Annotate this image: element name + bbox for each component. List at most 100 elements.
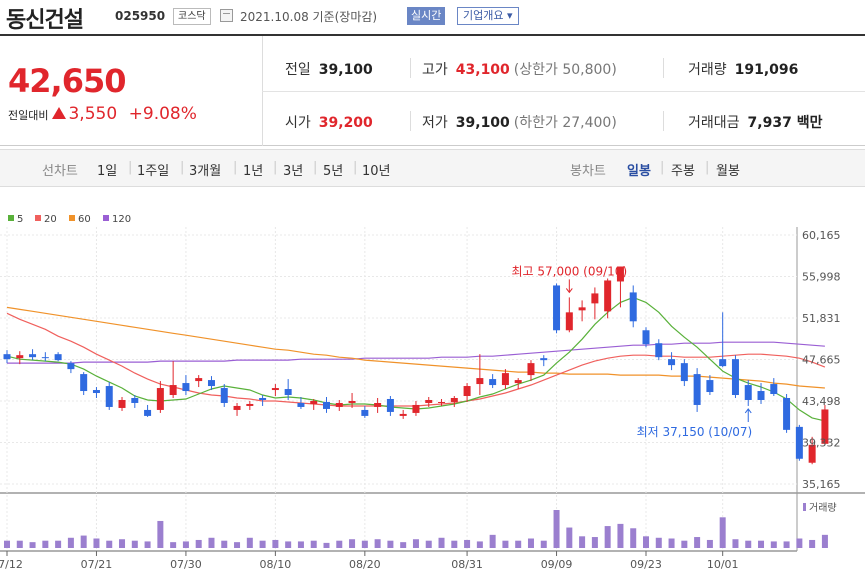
volume-bar [400, 542, 407, 548]
candle-body [527, 363, 535, 376]
candle-body [412, 404, 420, 413]
candle-body [118, 399, 126, 408]
candle-body [156, 388, 164, 410]
volume-bar [438, 537, 445, 548]
candle-body [629, 292, 637, 322]
volume-bar [374, 539, 381, 548]
candle-body [144, 409, 152, 416]
volume-bar [29, 542, 36, 548]
tab-separator: | [660, 160, 665, 175]
candle-body [604, 280, 612, 312]
candle-body [54, 354, 62, 361]
realtime-button[interactable]: 실시간 [407, 7, 446, 25]
legend-label: 5 [17, 214, 23, 225]
volume-bar [617, 523, 624, 548]
x-tick-label: 09/09 [541, 558, 573, 571]
tab-3month[interactable]: 3개월 [189, 160, 221, 179]
tab-1year[interactable]: 1년 [243, 160, 263, 179]
x-tick-label: 10/01 [707, 558, 739, 571]
candle-body [284, 389, 292, 396]
candle-body [489, 379, 497, 386]
x-tick-label: 07/30 [170, 558, 202, 571]
candle-body [105, 386, 113, 407]
candle-chart-label: 봉차트 [570, 164, 606, 179]
divider [262, 91, 865, 92]
volume-bar [668, 538, 675, 548]
candle-body [310, 400, 318, 404]
trade-amount-value: 7,937 백만 [747, 115, 823, 131]
x-tick-label: 09/23 [630, 558, 662, 571]
stock-header: 동신건설 025950 코스닥 2021.10.08 기준(장마감) 실시간 기… [0, 0, 865, 36]
volume-bar [195, 539, 202, 548]
trade-amount-label: 거래대금 [688, 115, 740, 131]
volume-bar [579, 536, 586, 548]
volume-bar [655, 537, 662, 548]
volume-bar [412, 539, 419, 548]
legend-swatch [69, 215, 75, 221]
volume-bar [464, 539, 471, 548]
y-tick-label: 51,831 [802, 312, 841, 325]
candle-body [719, 359, 727, 367]
axis-labels: 60,165 55,998 51,831 47,665 43,498 39,332 35,1… [0, 229, 841, 571]
tab-monthly[interactable]: 월봉 [716, 160, 740, 179]
volume-bar [553, 510, 560, 548]
volume-bar [745, 540, 752, 548]
line-chart-label: 선차트 [42, 164, 78, 179]
candle-body [680, 363, 688, 382]
candle-body [668, 359, 676, 366]
min-price-label: 최저 37,150 (10/07) [637, 425, 753, 439]
candle-body [655, 343, 663, 358]
volume-bar [42, 540, 49, 548]
lower-limit: (하한가 27,400) [513, 115, 617, 131]
current-price: 42,650 [8, 62, 126, 100]
volume-bar [591, 537, 598, 548]
volume-bar [425, 540, 432, 548]
company-overview-dropdown[interactable]: 기업개요 ▾ [457, 7, 519, 25]
high-value: 43,100 [455, 62, 510, 78]
tab-weekly[interactable]: 주봉 [671, 160, 695, 179]
tab-3year[interactable]: 3년 [283, 160, 303, 179]
y-tick-label: 35,165 [802, 478, 841, 491]
tab-1week[interactable]: 1주일 [137, 160, 169, 179]
candle-body [425, 399, 433, 403]
trade-amount: 거래대금 7,937 백만 [688, 112, 822, 132]
legend-swatch [8, 215, 14, 221]
volume-bar [732, 539, 739, 548]
volume-bar [221, 540, 228, 548]
prev-close-label: 전일 [285, 62, 311, 78]
candle-body [335, 402, 343, 407]
candlestick-chart: 5 20 60 120 60,165 55,998 51,831 47,665 43,498 3… [0, 214, 865, 571]
volume-bar [67, 537, 74, 548]
candle-body [744, 385, 752, 400]
volume-bar [387, 540, 394, 548]
volume-bar [515, 540, 522, 548]
candle-body [348, 400, 356, 403]
candle-body [233, 405, 241, 410]
tab-10year[interactable]: 10년 [362, 160, 391, 179]
volume-legend-swatch [803, 503, 806, 511]
tab-1day[interactable]: 1일 [97, 160, 117, 179]
volume-bar [770, 541, 777, 548]
divider [663, 111, 664, 131]
volume-bar [131, 540, 138, 548]
candle-body [770, 384, 778, 395]
volume-bar [4, 540, 10, 548]
candle-body [757, 391, 765, 400]
high-label: 고가 [422, 62, 448, 78]
volume-bar [783, 541, 790, 548]
volume-bar [502, 540, 509, 548]
open-price: 시가 39,200 [285, 112, 373, 132]
volume-value: 191,096 [734, 62, 799, 78]
volume-bar [336, 540, 343, 548]
open-value: 39,200 [318, 115, 373, 131]
volume-bar [310, 540, 317, 548]
tab-5year[interactable]: 5년 [323, 160, 343, 179]
x-tick-label: 07/12 [0, 558, 23, 571]
up-triangle-icon [52, 107, 67, 119]
candle-body [169, 385, 177, 396]
tab-separator: | [313, 160, 318, 175]
tab-daily[interactable]: 일봉 [627, 160, 651, 179]
candle-body [246, 403, 254, 406]
volume-bar [706, 539, 713, 548]
tab-separator: | [353, 160, 358, 175]
